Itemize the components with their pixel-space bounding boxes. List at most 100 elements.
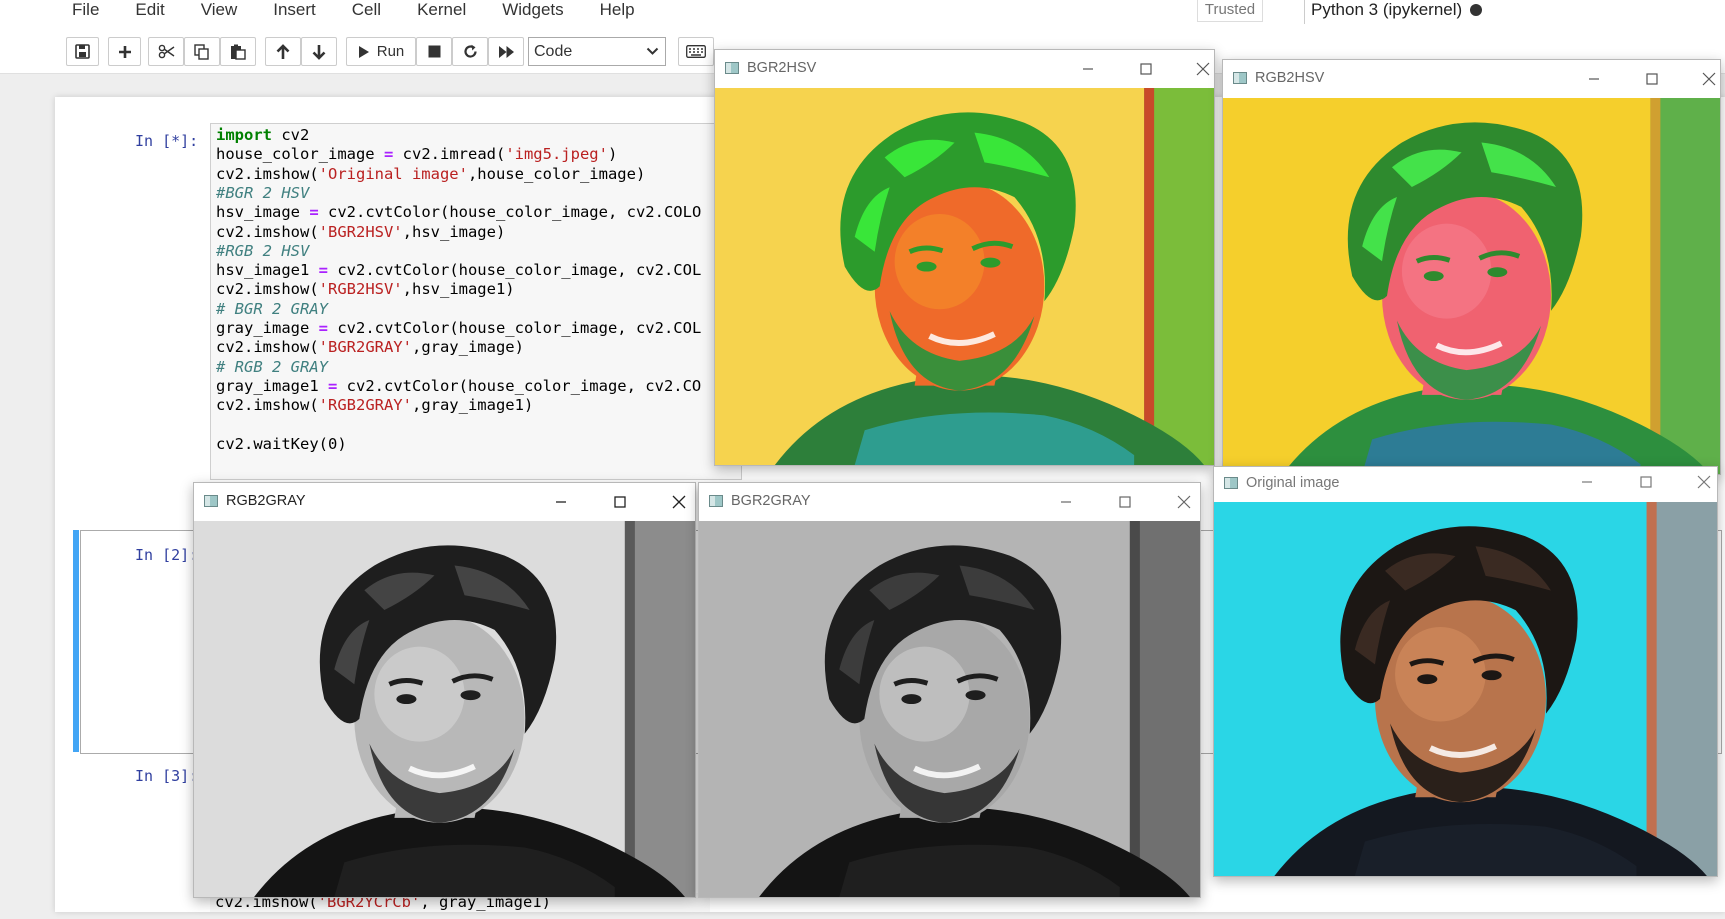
code-line: hsv_image = cv2.cvtColor(house_color_ima… <box>216 203 701 221</box>
close-icon[interactable] <box>1192 58 1214 80</box>
code-token: gray_image1 <box>216 376 328 395</box>
menu-view[interactable]: View <box>201 0 238 20</box>
move-down-button[interactable] <box>301 37 337 66</box>
maximize-icon[interactable] <box>1641 68 1663 90</box>
code-token: cv2.waitKey(0) <box>216 434 347 453</box>
close-icon[interactable] <box>1698 68 1720 90</box>
code-line: cv2.waitKey(0) <box>216 435 347 453</box>
fast-forward-icon <box>498 45 514 58</box>
menu-widgets[interactable]: Widgets <box>502 0 563 20</box>
left-eye <box>396 694 417 705</box>
arrow-up-icon <box>276 43 290 59</box>
copy-button[interactable] <box>184 37 220 66</box>
code-line: cv2.imshow('RGB2GRAY',gray_image1) <box>216 396 533 414</box>
code-line: import cv2 <box>216 126 309 144</box>
code-token: 'RGB2HSV' <box>318 280 403 299</box>
save-button[interactable] <box>66 37 99 66</box>
kernel-name[interactable]: Python 3 (ipykernel) <box>1304 0 1462 24</box>
right-eye <box>1487 267 1508 278</box>
window-app-icon <box>709 495 723 507</box>
cell-1-prompt: In [*]: <box>135 132 199 150</box>
menu-file[interactable]: File <box>72 0 99 20</box>
window-rgb2hsv[interactable]: RGB2HSV <box>1222 59 1721 475</box>
selected-cell-indicator <box>73 530 79 752</box>
minimize-icon[interactable] <box>1055 491 1077 513</box>
window-titlebar[interactable]: RGB2HSV <box>1223 60 1720 98</box>
minimize-icon[interactable] <box>1583 68 1605 90</box>
code-line: #RGB 2 HSV <box>216 242 309 260</box>
maximize-icon[interactable] <box>1635 471 1657 493</box>
code-line: gray_image1 = cv2.cvtColor(house_color_i… <box>216 377 701 395</box>
close-icon[interactable] <box>668 491 690 513</box>
portrait-image <box>194 521 695 897</box>
right-eye <box>460 690 481 701</box>
insert-cell-button[interactable] <box>108 37 141 66</box>
minimize-icon[interactable] <box>1077 58 1099 80</box>
minimize-icon[interactable] <box>550 491 572 513</box>
code-token: #BGR 2 HSV <box>216 183 310 202</box>
left-eye <box>916 261 937 272</box>
window-original-image[interactable]: Original image <box>1213 466 1718 877</box>
maximize-icon[interactable] <box>1114 491 1136 513</box>
window-titlebar[interactable]: BGR2HSV <box>715 50 1214 88</box>
image-canvas <box>194 521 695 897</box>
close-icon[interactable] <box>1693 471 1715 493</box>
code-token: ,house_color_image) <box>467 164 646 183</box>
code-token: 'RGB2GRAY' <box>318 396 412 415</box>
code-token: import <box>216 126 272 144</box>
stop-icon <box>428 45 440 58</box>
restart-kernel-button[interactable] <box>452 37 488 66</box>
paste-button[interactable] <box>220 37 256 66</box>
save-icon <box>75 44 90 59</box>
menu-cell[interactable]: Cell <box>352 0 381 20</box>
kernel-busy-icon <box>1470 4 1482 16</box>
code-token: cv2.cvtColor(house_color_image, cv2.COL <box>328 261 702 280</box>
window-titlebar[interactable]: RGB2GRAY <box>194 483 695 521</box>
code-token: = <box>309 203 319 222</box>
code-token: cv2.imshow( <box>216 396 319 415</box>
image-canvas <box>715 88 1214 465</box>
trusted-badge[interactable]: Trusted <box>1197 0 1263 22</box>
window-rgb2gray[interactable]: RGB2GRAY <box>193 482 696 898</box>
cell-type-select[interactable]: Code <box>528 37 666 66</box>
code-token: ,hsv_image1) <box>402 280 515 299</box>
right-eye <box>965 690 986 701</box>
face-highlight <box>374 646 465 742</box>
code-token: = <box>383 145 394 164</box>
left-eye <box>1417 674 1438 685</box>
menu-insert[interactable]: Insert <box>273 0 316 20</box>
window-app-icon <box>204 495 218 507</box>
face-highlight <box>1395 626 1486 722</box>
paste-icon <box>231 44 246 60</box>
code-token: # BGR 2 GRAY <box>216 299 328 318</box>
window-app-icon <box>1233 72 1247 84</box>
restart-run-all-button[interactable] <box>488 37 524 66</box>
command-palette-button[interactable] <box>678 37 714 66</box>
background-door <box>1646 502 1717 876</box>
menubar: File Edit View Insert Cell Kernel Widgets Help <box>72 0 671 24</box>
run-icon <box>358 45 369 58</box>
window-titlebar[interactable]: BGR2GRAY <box>699 483 1200 521</box>
move-up-button[interactable] <box>265 37 301 66</box>
maximize-icon[interactable] <box>1135 58 1157 80</box>
window-titlebar[interactable]: Original image <box>1214 467 1717 502</box>
menu-edit[interactable]: Edit <box>135 0 164 20</box>
menu-kernel[interactable]: Kernel <box>417 0 466 20</box>
copy-icon <box>194 43 209 60</box>
window-bgr2gray[interactable]: BGR2GRAY <box>698 482 1201 898</box>
code-cell-1-editor[interactable]: import cv2 house_color_image = cv2.imread… <box>210 123 742 480</box>
code-token: # RGB 2 GRAY <box>216 357 328 376</box>
interrupt-button[interactable] <box>416 37 452 66</box>
plus-icon <box>118 45 131 58</box>
run-button[interactable]: Run <box>346 37 416 66</box>
code-token: 'Original image' <box>318 164 468 183</box>
close-icon[interactable] <box>1173 491 1195 513</box>
code-token: cv2.imshow( <box>216 280 319 299</box>
window-bgr2hsv[interactable]: BGR2HSV <box>714 49 1215 466</box>
menu-help[interactable]: Help <box>600 0 635 20</box>
minimize-icon[interactable] <box>1576 471 1598 493</box>
maximize-icon[interactable] <box>609 491 631 513</box>
cut-button[interactable] <box>148 37 184 66</box>
code-token: cv2 <box>272 126 310 144</box>
background-door-edge <box>1129 521 1140 897</box>
